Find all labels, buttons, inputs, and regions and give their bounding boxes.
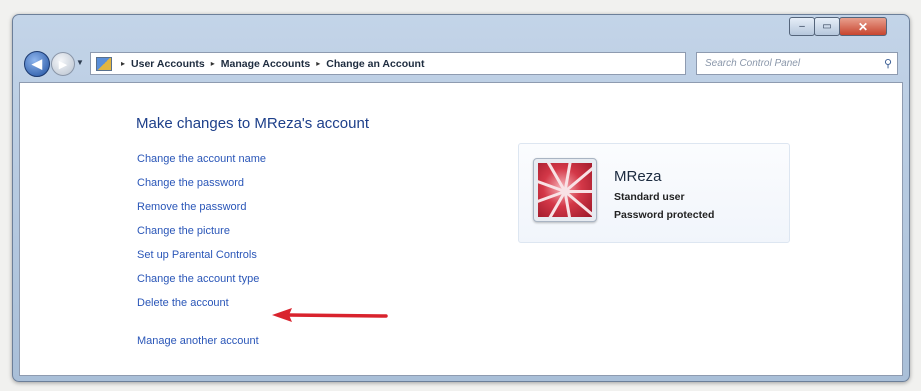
breadcrumb-change-account[interactable]: Change an Account [326, 58, 424, 70]
change-name-link[interactable]: Change the account name [137, 151, 266, 175]
back-icon[interactable]: ◀ [24, 51, 50, 77]
red-arrow-annotation [272, 308, 388, 322]
user-name: MReza [614, 168, 662, 185]
breadcrumb-separator[interactable]: ▸ [316, 59, 320, 68]
change-picture-link[interactable]: Change the picture [137, 223, 266, 247]
control-panel-icon [96, 56, 112, 71]
manage-another-account-link[interactable]: Manage another account [137, 335, 259, 347]
history-dropdown-icon[interactable]: ▼ [76, 58, 84, 67]
control-panel-window: – ▭ ✕ ◀ ▶ ▼ ▸ User Accounts ▸ Manage Acc… [12, 14, 910, 382]
task-list: Change the account name Change the passw… [137, 151, 266, 319]
address-bar[interactable]: ▸ User Accounts ▸ Manage Accounts ▸ Chan… [90, 52, 758, 75]
avatar-picture [538, 163, 592, 217]
breadcrumb-manage-accounts[interactable]: Manage Accounts [221, 58, 310, 70]
user-account-type: Standard user [614, 191, 685, 203]
close-button[interactable]: ✕ [839, 17, 887, 36]
change-password-link[interactable]: Change the password [137, 175, 266, 199]
breadcrumb-separator[interactable]: ▸ [211, 59, 215, 68]
user-avatar [533, 158, 597, 222]
navigation-bar: ◀ ▶ ▼ ▸ User Accounts ▸ Manage Accounts … [13, 47, 909, 81]
delete-account-link[interactable]: Delete the account [137, 295, 266, 319]
breadcrumb-user-accounts[interactable]: User Accounts [131, 58, 205, 70]
search-icon[interactable]: ⚲ [879, 57, 897, 70]
title-bar: – ▭ ✕ [13, 15, 909, 45]
breadcrumb-separator[interactable]: ▸ [121, 59, 125, 68]
user-card: MReza Standard user Password protected [518, 143, 790, 243]
user-password-status: Password protected [614, 209, 715, 221]
remove-password-link[interactable]: Remove the password [137, 199, 266, 223]
maximize-button[interactable]: ▭ [814, 17, 840, 36]
page-title: Make changes to MReza's account [136, 115, 369, 132]
search-input[interactable]: Search Control Panel [697, 58, 879, 69]
search-box[interactable]: Search Control Panel ⚲ [696, 52, 898, 75]
minimize-button[interactable]: – [789, 17, 815, 36]
forward-icon[interactable]: ▶ [51, 52, 75, 76]
parental-controls-link[interactable]: Set up Parental Controls [137, 247, 266, 271]
change-account-type-link[interactable]: Change the account type [137, 271, 266, 295]
main-content: Make changes to MReza's account Change t… [19, 82, 903, 376]
